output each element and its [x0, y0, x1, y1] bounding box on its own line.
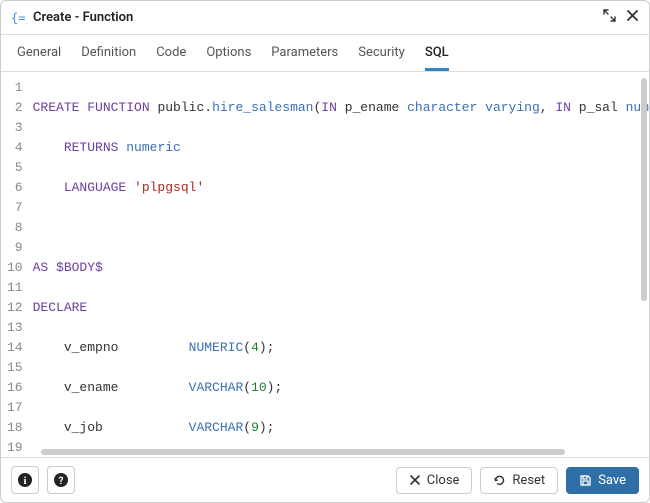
dialog-title: Create - Function: [33, 10, 603, 25]
close-x-icon: [409, 474, 421, 486]
tab-code[interactable]: Code: [156, 45, 186, 71]
save-button[interactable]: Save: [566, 467, 639, 494]
reset-button[interactable]: Reset: [480, 467, 558, 494]
tab-definition[interactable]: Definition: [81, 45, 136, 71]
horizontal-scrollbar[interactable]: [41, 449, 637, 455]
tab-security[interactable]: Security: [358, 45, 405, 71]
expand-icon[interactable]: [603, 9, 616, 26]
save-button-label: Save: [598, 473, 626, 488]
tab-parameters[interactable]: Parameters: [271, 45, 338, 71]
save-icon: [579, 474, 592, 487]
info-icon: i: [17, 472, 33, 488]
create-function-dialog: {=} Create - Function General Definition…: [0, 0, 650, 503]
help-icon: ?: [53, 472, 69, 488]
svg-text:i: i: [23, 475, 26, 487]
dialog-header: {=} Create - Function: [1, 1, 649, 35]
close-icon[interactable]: [626, 9, 639, 26]
tab-general[interactable]: General: [17, 45, 61, 71]
tab-sql[interactable]: SQL: [425, 45, 449, 71]
tabs: General Definition Code Options Paramete…: [1, 35, 649, 72]
code-content[interactable]: CREATE FUNCTION public.hire_salesman(IN …: [33, 72, 649, 457]
function-icon: {=}: [11, 10, 27, 26]
reset-icon: [493, 474, 506, 487]
svg-text:{=}: {=}: [11, 11, 27, 25]
line-gutter: 12345678910 11121314151617181920: [1, 72, 33, 457]
info-button[interactable]: i: [11, 466, 39, 494]
tab-options[interactable]: Options: [206, 45, 251, 71]
dialog-footer: i ? Close Reset Save: [1, 457, 649, 502]
sql-editor[interactable]: 12345678910 11121314151617181920 CREATE …: [1, 72, 649, 457]
close-button-label: Close: [427, 473, 460, 488]
reset-button-label: Reset: [512, 473, 545, 488]
vertical-scrollbar[interactable]: [641, 78, 647, 449]
help-button[interactable]: ?: [47, 466, 75, 494]
svg-text:?: ?: [59, 476, 64, 487]
close-button[interactable]: Close: [396, 467, 473, 494]
